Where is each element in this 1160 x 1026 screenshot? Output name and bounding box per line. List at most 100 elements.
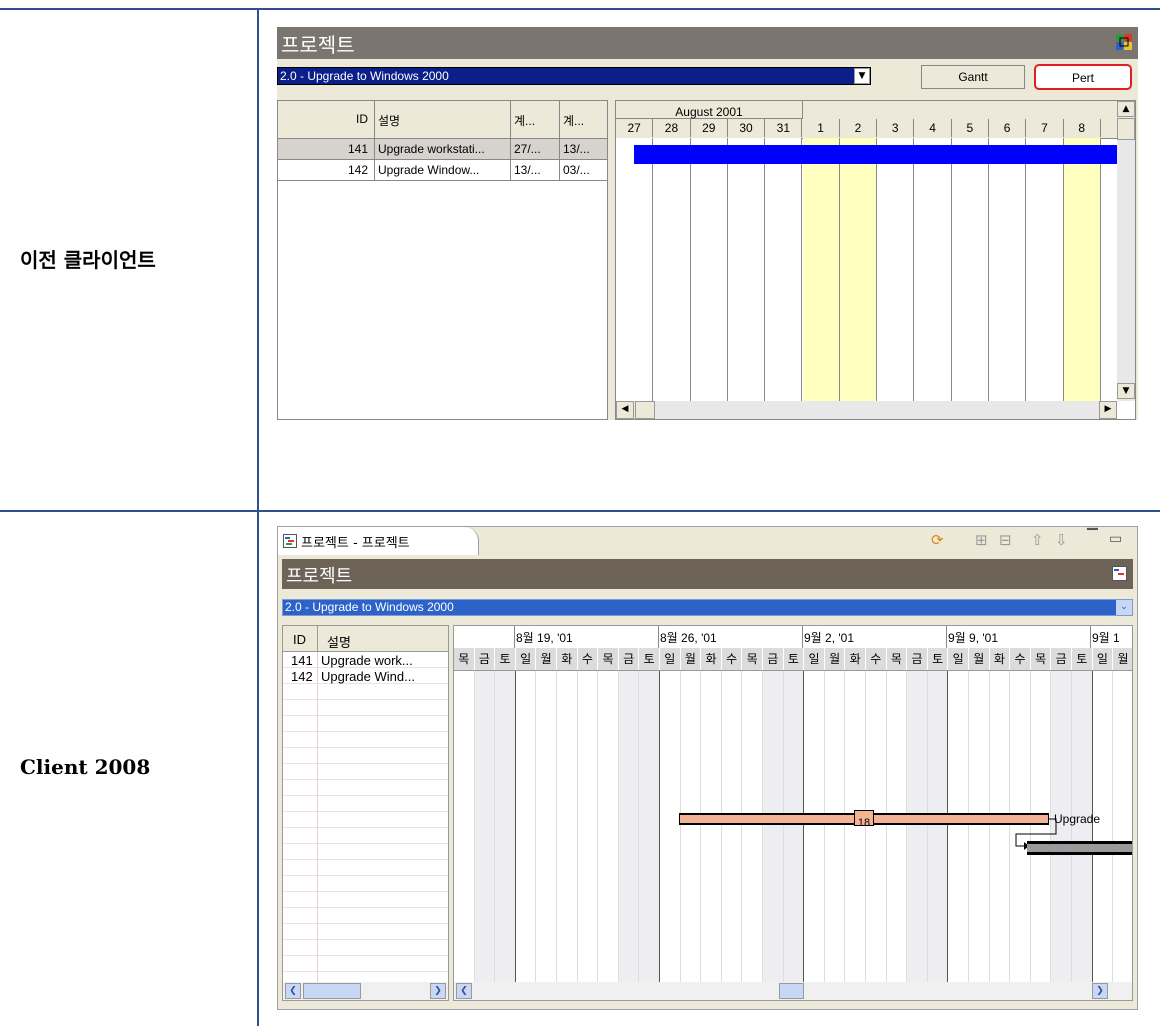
collapse-icon[interactable]: ⊟ — [999, 531, 1012, 549]
new-week-strip: 8월 19, '01 8월 26, '01 9월 2, '01 9월 9, '01 9월… — [454, 626, 1132, 648]
row-start: 13/... — [514, 163, 541, 177]
scroll-right-icon[interactable]: ❯ — [430, 983, 446, 999]
week-label: 8월 26, '01 — [660, 631, 717, 645]
task-duration-label: 18 — [854, 810, 874, 829]
scroll-left-icon[interactable]: ❮ — [285, 983, 301, 999]
table-row[interactable]: 141 Upgrade workstati... 27/... 13/... — [278, 139, 607, 160]
pert-button[interactable]: Pert — [1034, 64, 1132, 90]
month-cell: August 2001 — [616, 101, 803, 119]
weekday-cell: 토 — [1072, 648, 1093, 670]
weekday-cell: 일 — [516, 648, 537, 670]
col-divider — [317, 652, 318, 982]
new-project-select[interactable]: 2.0 - Upgrade to Windows 2000 ⌄ — [282, 599, 1133, 616]
scroll-down-icon[interactable]: ▼ — [1117, 383, 1135, 399]
day-cell: 1 — [803, 119, 840, 137]
new-col-id: ID — [293, 632, 306, 647]
old-vscrollbar[interactable]: ▲ ▼ — [1117, 101, 1135, 401]
row-end: 13/... — [563, 142, 590, 156]
cell-divider — [510, 139, 511, 159]
new-project-select-value: 2.0 - Upgrade to Windows 2000 — [285, 600, 454, 614]
new-table-body — [283, 652, 448, 982]
old-table-header: ID 설명 계... 계... — [278, 101, 607, 139]
week-divider — [802, 626, 803, 648]
cell-divider — [510, 160, 511, 180]
day-column — [515, 671, 537, 982]
layout-icon[interactable] — [1116, 34, 1132, 50]
scroll-right-icon[interactable]: ❯ — [1092, 983, 1108, 999]
row-desc: Upgrade work... — [321, 653, 413, 668]
table-row[interactable]: 142 Upgrade Wind... — [283, 668, 448, 684]
move-up-icon[interactable]: ⇧ — [1031, 531, 1044, 549]
day-cell: 27 — [616, 119, 654, 137]
day-column — [660, 671, 681, 982]
weekday-cell: 금 — [1051, 648, 1072, 670]
scroll-left-icon[interactable]: ❮ — [456, 983, 472, 999]
old-hscrollbar[interactable]: ◀ ▶ — [616, 401, 1117, 419]
chevron-down-icon[interactable]: ▼ — [854, 68, 870, 84]
col-divider — [317, 626, 318, 651]
gantt-button[interactable]: Gantt — [921, 65, 1025, 89]
row-start: 27/... — [514, 142, 541, 156]
weekday-cell: 목 — [454, 648, 475, 670]
old-gantt-header: August 2001 27 28 29 30 31 1 2 3 4 5 6 7 8 — [616, 101, 1117, 139]
scroll-thumb[interactable] — [1117, 118, 1135, 140]
new-gantt-hscrollbar[interactable]: ❮ ❯ — [454, 982, 1132, 1000]
day-column — [618, 671, 640, 982]
row-id: 142 — [348, 163, 369, 177]
scroll-thumb[interactable] — [779, 983, 804, 999]
chevron-down-icon[interactable]: ⌄ — [1116, 600, 1132, 615]
old-project-select[interactable]: 2.0 - Upgrade to Windows 2000 ▼ — [277, 67, 871, 85]
day-column — [727, 138, 766, 401]
day-column — [639, 671, 660, 982]
scroll-right-icon[interactable]: ▶ — [1099, 401, 1117, 419]
day-column — [783, 671, 805, 982]
weekday-cell: 월 — [825, 648, 846, 670]
week-divider — [514, 626, 515, 648]
row-line — [283, 828, 448, 844]
old-project-select-value: 2.0 - Upgrade to Windows 2000 — [280, 69, 449, 83]
sync-icon[interactable]: ⟳ — [931, 531, 944, 549]
day-cell: 6 — [989, 119, 1027, 137]
scroll-thumb[interactable] — [303, 983, 361, 999]
task-duration-text: 18 — [857, 817, 871, 829]
weekday-cell: 수 — [866, 648, 887, 670]
weekday-cell: 수 — [722, 648, 743, 670]
weekday-cell: 일 — [1093, 648, 1114, 670]
weekday-cell: 목 — [598, 648, 619, 670]
weekday-cell: 화 — [845, 648, 866, 670]
row-line — [283, 780, 448, 796]
day-column — [886, 671, 908, 982]
day-column — [969, 671, 990, 982]
day-column — [839, 138, 878, 401]
expand-icon[interactable]: ⊞ — [975, 531, 988, 549]
table-row[interactable]: 141 Upgrade work... — [283, 652, 448, 668]
scroll-left-icon[interactable]: ◀ — [616, 401, 634, 419]
day-cell: 28 — [653, 119, 691, 137]
move-down-icon[interactable]: ⇩ — [1055, 531, 1068, 549]
table-row[interactable]: 142 Upgrade Window... 13/... 03/... — [278, 160, 607, 181]
view-tab[interactable]: 프로젝트 - 프로젝트 — [278, 527, 479, 555]
new-table-hscrollbar[interactable]: ❮ ❯ — [283, 982, 448, 1000]
day-column — [690, 138, 728, 401]
task-bar-142[interactable] — [1027, 841, 1132, 855]
weekday-cell: 토 — [495, 648, 516, 670]
scroll-thumb[interactable] — [635, 401, 655, 419]
day-column — [907, 671, 928, 982]
minimize-icon[interactable]: ▔ — [1087, 529, 1098, 545]
maximize-icon[interactable]: ▭ — [1109, 531, 1122, 547]
old-task-bar[interactable] — [634, 145, 1117, 164]
cell-divider — [559, 160, 560, 180]
day-cell: 4 — [914, 119, 952, 137]
day-column — [989, 671, 1011, 982]
scroll-up-icon[interactable]: ▲ — [1117, 101, 1135, 117]
col-divider — [510, 101, 511, 138]
new-task-table: ID 설명 141 Upgrade work... 142 Upgrade Wi… — [282, 625, 449, 1001]
old-gantt-chart: August 2001 27 28 29 30 31 1 2 3 4 5 6 7 8 ▲ ▼ ◀ ▶ — [615, 100, 1136, 420]
day-column — [914, 138, 952, 401]
new-client-label: Client 2008 — [20, 755, 151, 779]
project-tab-icon — [283, 533, 297, 548]
layout-icon[interactable] — [1112, 566, 1127, 581]
row-line — [283, 812, 448, 828]
day-column — [454, 671, 475, 982]
cell-divider — [374, 139, 375, 159]
